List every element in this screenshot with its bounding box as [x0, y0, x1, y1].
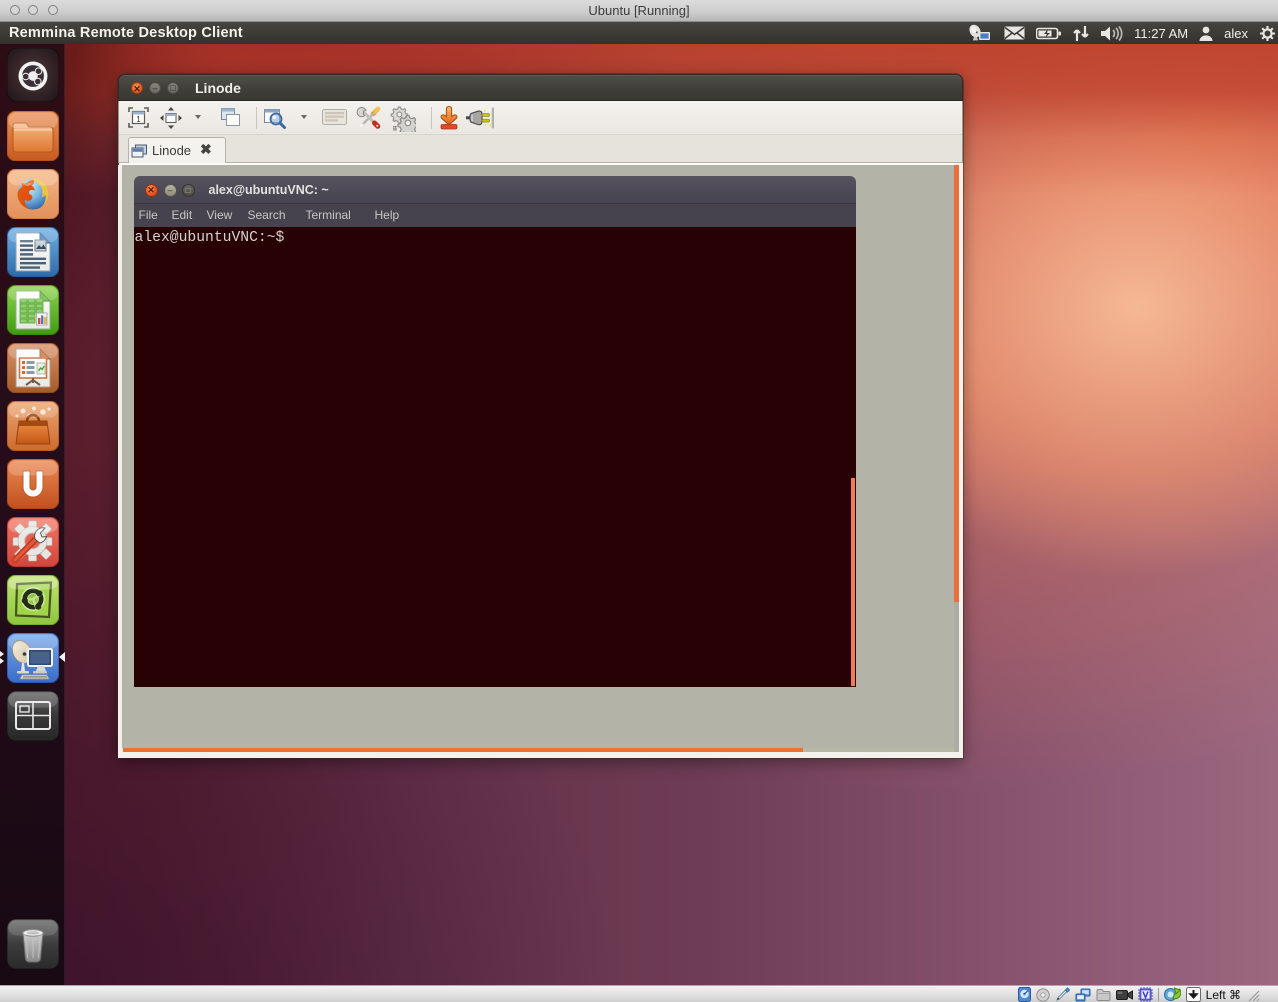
svg-text:1: 1: [136, 115, 141, 124]
